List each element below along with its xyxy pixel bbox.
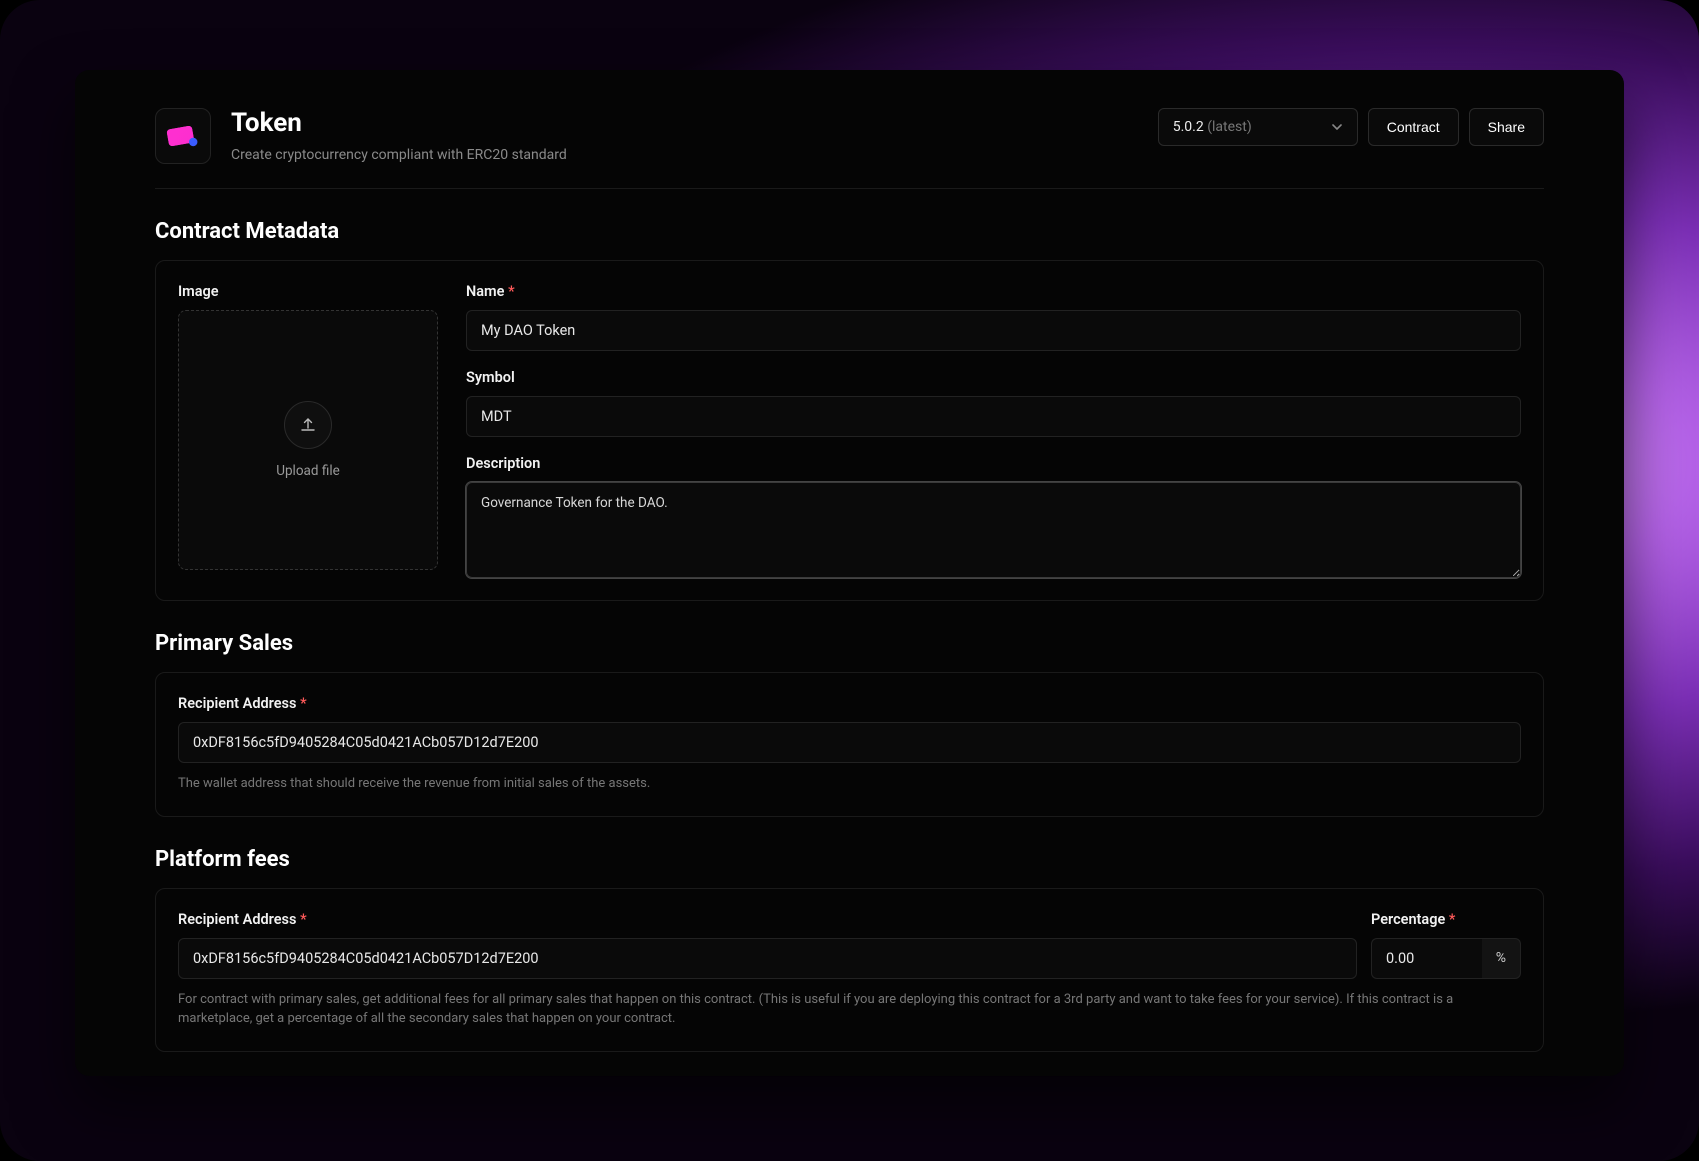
fee-percentage-field: Percentage * % bbox=[1371, 911, 1521, 979]
required-marker: * bbox=[300, 695, 307, 712]
header-actions: 5.0.2 (latest) Contract Share bbox=[1158, 108, 1544, 146]
fee-percentage-label: Percentage * bbox=[1371, 911, 1521, 928]
section-title-metadata: Contract Metadata bbox=[155, 219, 1544, 244]
percentage-combo: % bbox=[1371, 938, 1521, 979]
name-input[interactable] bbox=[466, 310, 1521, 351]
platform-fees-panel: Recipient Address * Percentage * % bbox=[155, 888, 1544, 1052]
version-label: 5.0.2 (latest) bbox=[1173, 119, 1252, 135]
version-dropdown[interactable]: 5.0.2 (latest) bbox=[1158, 108, 1358, 146]
header-left: Token Create cryptocurrency compliant wi… bbox=[155, 108, 567, 164]
chevron-down-icon bbox=[1331, 121, 1343, 133]
fee-recipient-label: Recipient Address * bbox=[178, 911, 1357, 928]
section-contract-metadata: Contract Metadata Image Upload file bbox=[155, 219, 1544, 601]
section-primary-sales: Primary Sales Recipient Address * The wa… bbox=[155, 631, 1544, 817]
primary-recipient-input[interactable] bbox=[178, 722, 1521, 763]
upload-icon-circle bbox=[284, 401, 332, 449]
page-title: Token bbox=[231, 108, 567, 139]
required-marker: * bbox=[1449, 911, 1456, 928]
fee-recipient-field: Recipient Address * bbox=[178, 911, 1357, 979]
app-card: Token Create cryptocurrency compliant wi… bbox=[75, 70, 1624, 1076]
fee-percentage-input[interactable] bbox=[1371, 938, 1482, 979]
symbol-field: Symbol bbox=[466, 369, 1521, 437]
section-title-primary-sales: Primary Sales bbox=[155, 631, 1544, 656]
required-marker: * bbox=[300, 911, 307, 928]
name-field: Name * bbox=[466, 283, 1521, 351]
title-block: Token Create cryptocurrency compliant wi… bbox=[231, 108, 567, 163]
upload-label: Upload file bbox=[276, 463, 340, 479]
section-platform-fees: Platform fees Recipient Address * Percen… bbox=[155, 847, 1544, 1052]
primary-sales-help: The wallet address that should receive t… bbox=[178, 775, 1521, 794]
description-textarea[interactable]: Governance Token for the DAO. bbox=[466, 482, 1521, 578]
primary-recipient-label: Recipient Address * bbox=[178, 695, 1521, 712]
contract-button[interactable]: Contract bbox=[1368, 108, 1459, 146]
percentage-unit: % bbox=[1482, 938, 1521, 979]
header: Token Create cryptocurrency compliant wi… bbox=[155, 108, 1544, 189]
primary-recipient-field: Recipient Address * bbox=[178, 695, 1521, 763]
description-field: Description Governance Token for the DAO… bbox=[466, 455, 1521, 578]
symbol-input[interactable] bbox=[466, 396, 1521, 437]
platform-fees-help: For contract with primary sales, get add… bbox=[178, 991, 1521, 1029]
symbol-label: Symbol bbox=[466, 369, 1521, 386]
upload-icon bbox=[299, 416, 317, 434]
metadata-panel: Image Upload file bbox=[155, 260, 1544, 601]
share-button[interactable]: Share bbox=[1469, 108, 1544, 146]
required-marker: * bbox=[508, 283, 515, 300]
fee-recipient-input[interactable] bbox=[178, 938, 1357, 979]
image-field: Image Upload file bbox=[178, 283, 438, 578]
description-label: Description bbox=[466, 455, 1521, 472]
token-icon bbox=[155, 108, 211, 164]
image-upload-dropzone[interactable]: Upload file bbox=[178, 310, 438, 570]
name-label: Name * bbox=[466, 283, 1521, 300]
image-label: Image bbox=[178, 283, 438, 300]
section-title-platform-fees: Platform fees bbox=[155, 847, 1544, 872]
page-subtitle: Create cryptocurrency compliant with ERC… bbox=[231, 147, 567, 163]
primary-sales-panel: Recipient Address * The wallet address t… bbox=[155, 672, 1544, 817]
page-background: Token Create cryptocurrency compliant wi… bbox=[0, 0, 1699, 1161]
